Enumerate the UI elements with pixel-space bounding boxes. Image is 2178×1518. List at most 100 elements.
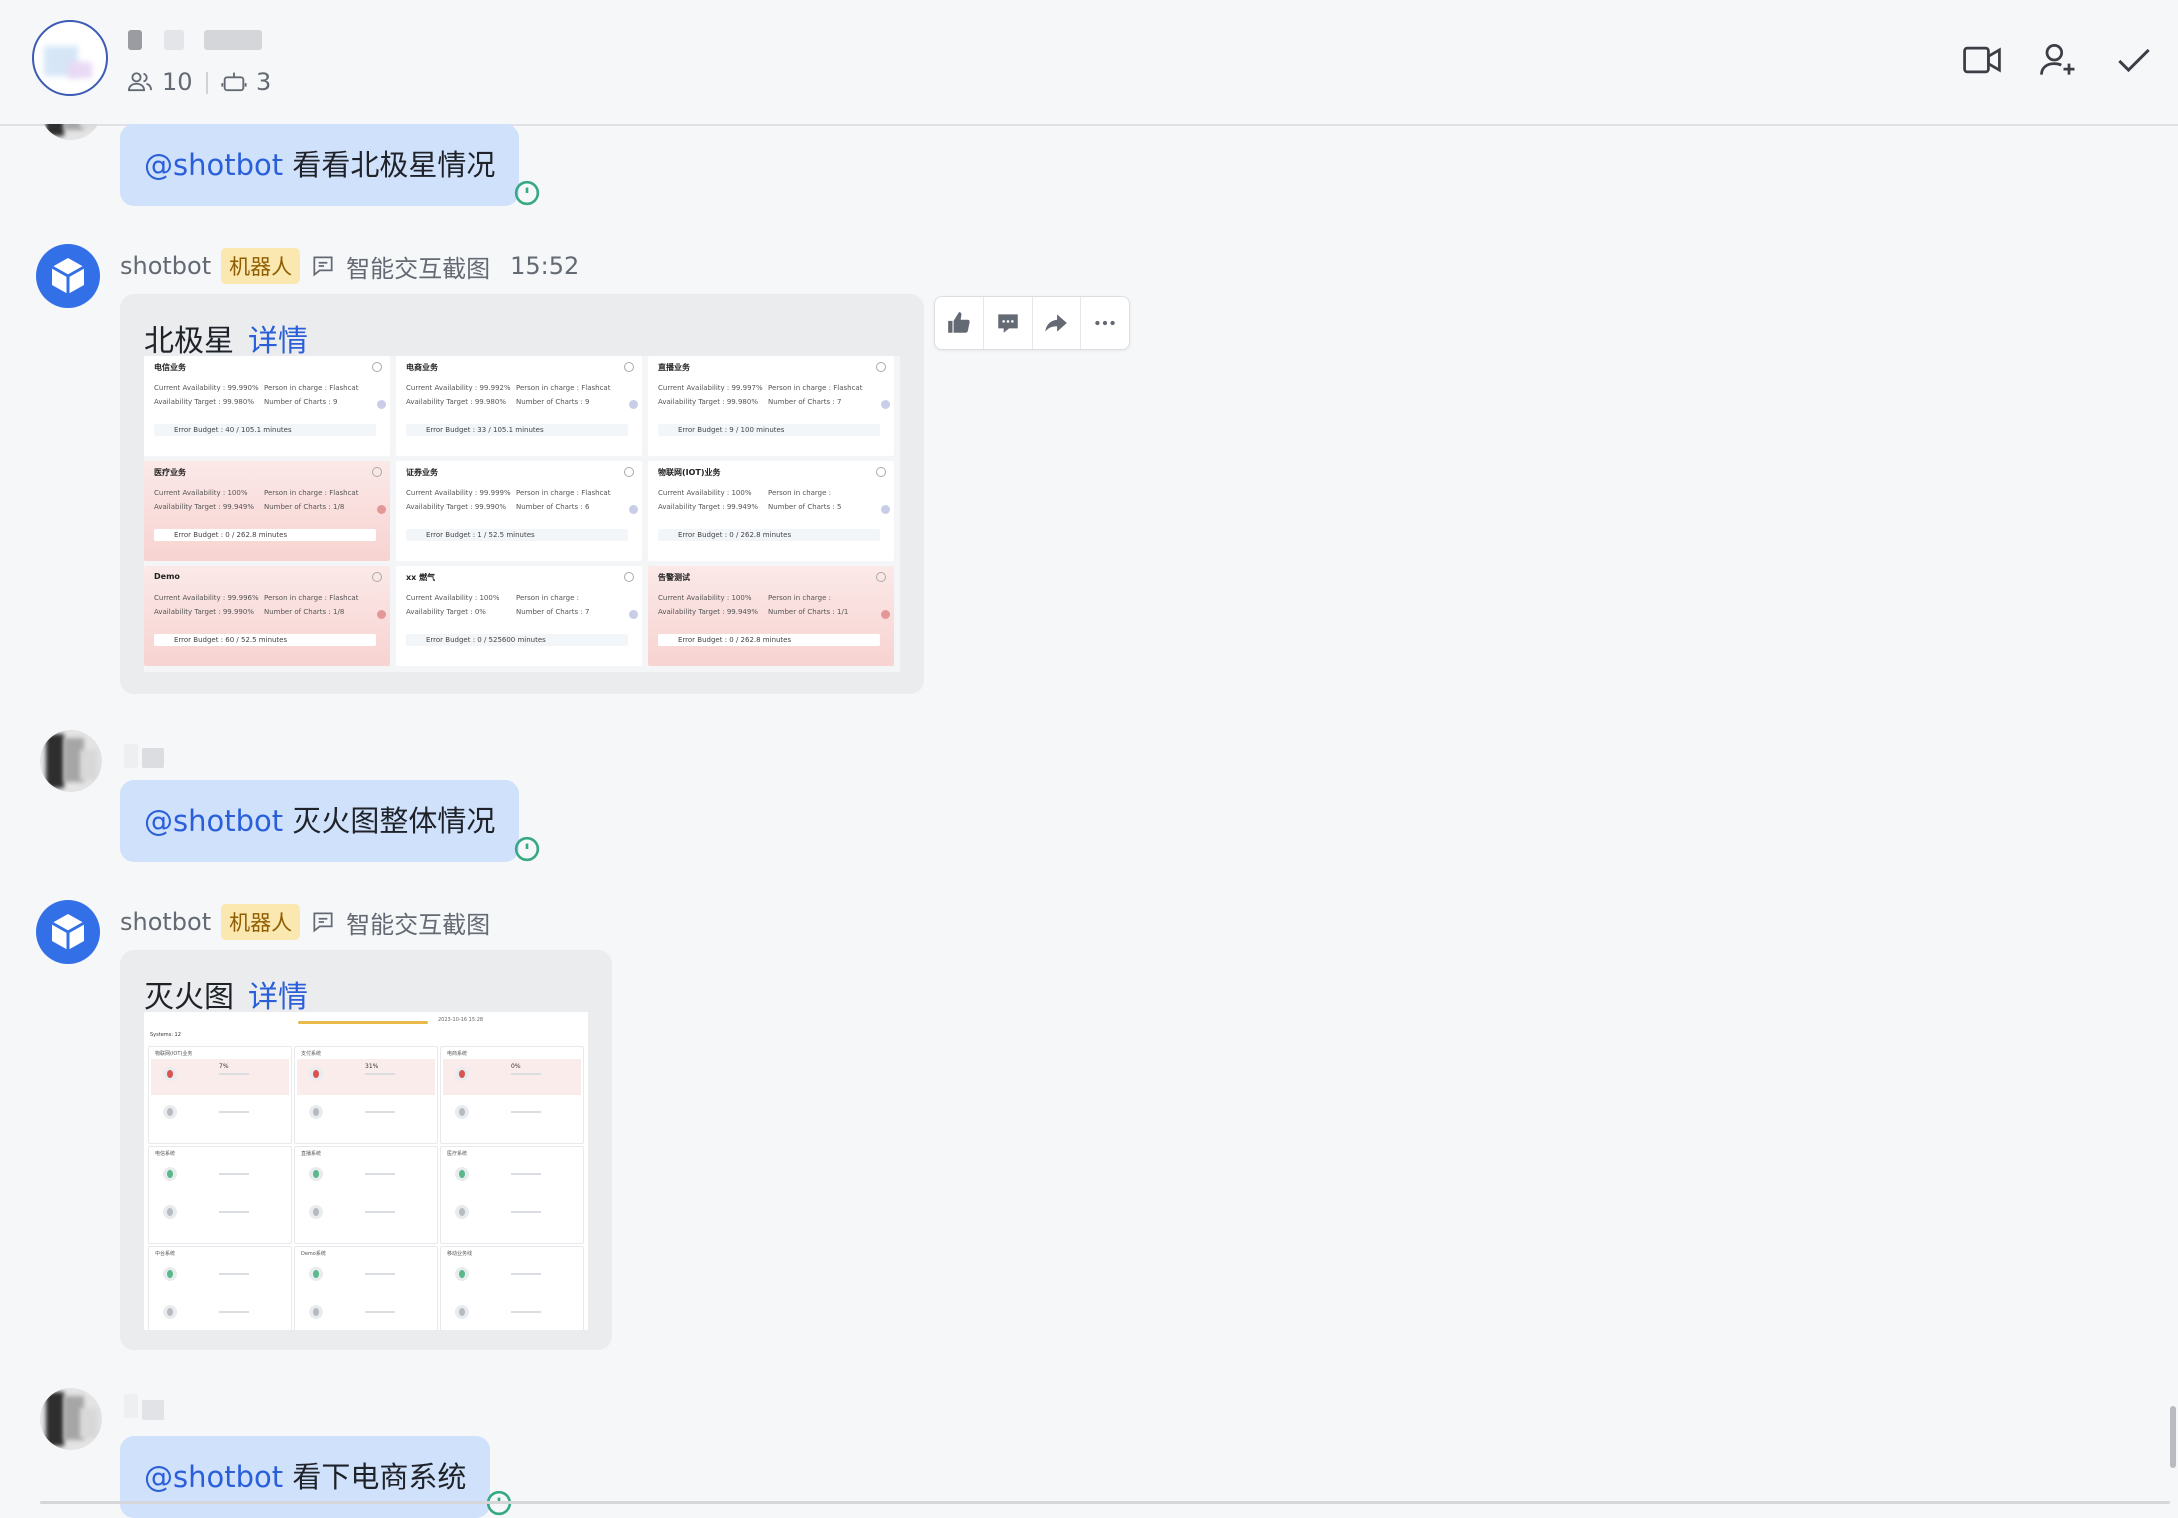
current-availability: Current Availability : 100%: [406, 594, 500, 602]
gear-icon: [624, 362, 634, 372]
firemap-system-card: 中台系统: [148, 1246, 292, 1330]
error-budget: Error Budget : 9 / 100 minutes: [658, 424, 880, 436]
member-count[interactable]: 10: [126, 68, 193, 96]
fire-drop-icon: [455, 1305, 469, 1319]
polaris-card-name: 证券业务: [406, 468, 438, 477]
error-budget: Error Budget : 60 / 52.5 minutes: [154, 634, 376, 646]
availability-target: Availability Target : 99.980%: [658, 398, 758, 406]
fire-drop-icon: [455, 1167, 469, 1181]
polaris-card-item: 物联网(IOT)业务 Current Availability : 100% Ava…: [648, 461, 894, 561]
group-name-part: [164, 30, 184, 50]
forward-button[interactable]: [1033, 297, 1082, 349]
current-availability: Current Availability : 99.992%: [406, 384, 511, 392]
availability-target: Availability Target : 99.990%: [406, 503, 506, 511]
polaris-card-name: Demo: [154, 572, 180, 581]
message-text: 看下电商系统: [292, 1460, 467, 1494]
status-line: [219, 1073, 249, 1075]
error-budget: Error Budget : 0 / 525600 minutes: [406, 634, 628, 646]
firemap-system-name: 物联网(IOT)业务: [155, 1051, 193, 1057]
current-availability: Current Availability : 100%: [658, 489, 752, 497]
current-availability: Current Availability : 99.996%: [154, 594, 259, 602]
gear-icon: [876, 467, 886, 477]
error-budget: Error Budget : 33 / 105.1 minutes: [406, 424, 628, 436]
user-name-part: [142, 748, 164, 768]
polaris-card-name: 告警测试: [658, 573, 690, 582]
details-link[interactable]: 详情: [248, 980, 308, 1015]
message-bubble[interactable]: @shotbot 看看北极星情况: [120, 124, 520, 206]
availability-target: Availability Target : 99.949%: [658, 608, 758, 616]
mention-link[interactable]: @shotbot: [144, 1460, 283, 1494]
firemap-screenshot[interactable]: 2023-10-16 15:28 Systems: 12 物联网(IOT)业务 7% 支…: [144, 1012, 588, 1330]
status-line: [365, 1073, 395, 1075]
mention-link[interactable]: @shotbot: [144, 148, 283, 182]
status-line: [365, 1311, 395, 1313]
firemap-system-name: Demo系统: [301, 1251, 326, 1257]
polaris-screenshot[interactable]: 电信业务 Current Availability : 99.990% Availa…: [144, 356, 900, 672]
sender-name[interactable]: shotbot: [120, 252, 211, 280]
person-in-charge: Person in charge : Flashcat: [264, 384, 359, 392]
reply-button[interactable]: [984, 297, 1033, 349]
bot-avatar[interactable]: [36, 900, 100, 964]
fire-drop-icon: [163, 1305, 177, 1319]
gear-icon: [372, 572, 382, 582]
message-time: 15:52: [510, 252, 580, 280]
status-dot: [377, 400, 386, 409]
fire-drop-icon: [309, 1067, 323, 1081]
details-link[interactable]: 详情: [248, 324, 308, 359]
fire-drop-icon: [309, 1267, 323, 1281]
bot-avatar[interactable]: [36, 244, 100, 308]
cube-logo-icon: [51, 914, 85, 950]
message-source-icon: [313, 912, 333, 933]
sender-name[interactable]: shotbot: [120, 908, 211, 936]
status-line: [511, 1111, 541, 1113]
fire-drop-icon: [163, 1267, 177, 1281]
card-title-text: 北极星: [144, 324, 234, 359]
error-budget: Error Budget : 40 / 105.1 minutes: [154, 424, 376, 436]
fire-drop-icon: [309, 1305, 323, 1319]
group-avatar[interactable]: [32, 20, 108, 96]
error-budget: Error Budget : 1 / 52.5 minutes: [406, 529, 628, 541]
number-of-charts: Number of Charts : 1/8: [264, 608, 345, 616]
video-call-icon[interactable]: [1960, 38, 2004, 82]
status-line: [219, 1273, 249, 1275]
number-of-charts: Number of Charts : 9: [516, 398, 590, 406]
user-avatar[interactable]: [40, 730, 102, 792]
current-availability: Current Availability : 99.990%: [154, 384, 259, 392]
firemap-system-card: 支付系统 31%: [294, 1046, 438, 1144]
status-line: [219, 1311, 249, 1313]
availability-target: Availability Target : 99.990%: [154, 608, 254, 616]
like-button[interactable]: [935, 297, 984, 349]
number-of-charts: Number of Charts : 6: [516, 503, 590, 511]
firemap-percent: 31%: [365, 1063, 379, 1070]
message-bubble[interactable]: @shotbot 灭火图整体情况: [120, 780, 520, 862]
card-title: 灭火图 详情: [144, 972, 308, 1016]
status-line: [365, 1273, 395, 1275]
user-name: [124, 744, 138, 768]
polaris-card-item: 电信业务 Current Availability : 99.990% Availa…: [144, 356, 390, 456]
date-text: 2023-10-16 15:28: [438, 1017, 484, 1023]
status-dot: [881, 400, 890, 409]
bot-count[interactable]: 3: [220, 68, 271, 96]
message-source: 智能交互截图: [346, 910, 491, 939]
polaris-card-name: 医疗业务: [154, 468, 186, 477]
person-in-charge: Person in charge : Flashcat: [516, 489, 611, 497]
status-line: [511, 1211, 541, 1213]
firemap-system-card: 直播系统: [294, 1146, 438, 1244]
add-member-icon[interactable]: [2036, 38, 2080, 82]
status-line: [511, 1273, 541, 1275]
more-button[interactable]: [1081, 297, 1129, 349]
user-avatar[interactable]: [40, 1388, 102, 1450]
group-name: [128, 30, 142, 50]
mention-link[interactable]: @shotbot: [144, 804, 283, 838]
fire-drop-icon: [309, 1167, 323, 1181]
fire-drop-icon: [455, 1205, 469, 1219]
person-in-charge: Person in charge :: [768, 489, 832, 497]
gear-icon: [372, 467, 382, 477]
number-of-charts: Number of Charts : 7: [516, 608, 590, 616]
person-in-charge: Person in charge : Flashcat: [264, 489, 359, 497]
done-check-icon[interactable]: [2112, 38, 2156, 82]
availability-target: Availability Target : 99.949%: [658, 503, 758, 511]
scrollbar-thumb[interactable]: [2170, 1406, 2176, 1468]
firemap-system-name: 支付系统: [301, 1051, 322, 1057]
polaris-card-item: 告警测试 Current Availability : 100% Availabil…: [648, 566, 894, 666]
